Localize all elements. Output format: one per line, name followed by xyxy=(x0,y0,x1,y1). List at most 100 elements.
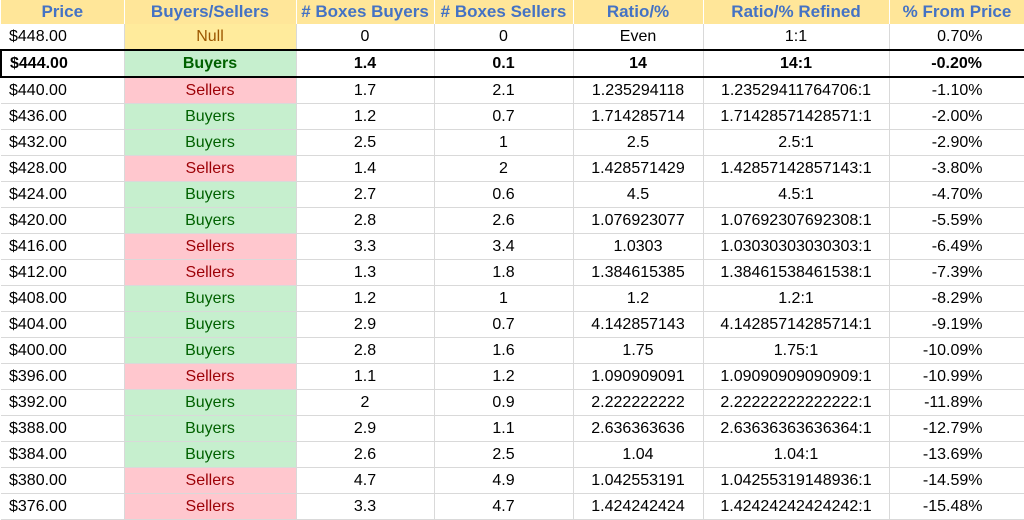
boxes-buyers-cell[interactable]: 1.2 xyxy=(296,285,435,312)
pct-from-price-cell[interactable]: -4.70% xyxy=(889,181,1024,208)
boxes-sellers-cell[interactable]: 4.7 xyxy=(434,493,574,520)
boxes-sellers-cell[interactable]: 1 xyxy=(434,129,574,156)
ratio-cell[interactable]: 1.076923077 xyxy=(573,207,704,234)
side-cell[interactable]: Buyers xyxy=(124,129,297,156)
boxes-sellers-cell[interactable]: 2.5 xyxy=(434,441,574,468)
ratio-refined-cell[interactable]: 1:1 xyxy=(703,24,890,51)
pct-from-price-cell[interactable]: -0.20% xyxy=(889,49,1024,78)
price-cell[interactable]: $380.00 xyxy=(1,467,125,494)
ratio-refined-cell[interactable]: 1.04255319148936:1 xyxy=(703,467,890,494)
boxes-buyers-cell[interactable]: 1.2 xyxy=(296,103,435,130)
side-cell[interactable]: Buyers xyxy=(124,49,297,78)
ratio-refined-cell[interactable]: 1.75:1 xyxy=(703,337,890,364)
ratio-refined-cell[interactable]: 1.07692307692308:1 xyxy=(703,207,890,234)
ratio-refined-cell[interactable]: 1.23529411764706:1 xyxy=(703,77,890,104)
pct-from-price-cell[interactable]: -11.89% xyxy=(889,389,1024,416)
pct-from-price-cell[interactable]: -12.79% xyxy=(889,415,1024,442)
pct-from-price-cell[interactable]: -14.59% xyxy=(889,467,1024,494)
boxes-buyers-cell[interactable]: 2.9 xyxy=(296,311,435,338)
boxes-sellers-cell[interactable]: 1 xyxy=(434,285,574,312)
boxes-buyers-cell[interactable]: 3.3 xyxy=(296,233,435,260)
ratio-cell[interactable]: 2.222222222 xyxy=(573,389,704,416)
side-cell[interactable]: Sellers xyxy=(124,155,297,182)
ratio-cell[interactable]: 1.04 xyxy=(573,441,704,468)
header-pct-from-price[interactable]: % From Price xyxy=(889,0,1024,24)
pct-from-price-cell[interactable]: -3.80% xyxy=(889,155,1024,182)
pct-from-price-cell[interactable]: -10.09% xyxy=(889,337,1024,364)
ratio-cell[interactable]: 14 xyxy=(573,49,704,78)
pct-from-price-cell[interactable]: -8.29% xyxy=(889,285,1024,312)
side-cell[interactable]: Buyers xyxy=(124,311,297,338)
ratio-refined-cell[interactable]: 1.42857142857143:1 xyxy=(703,155,890,182)
pct-from-price-cell[interactable]: -7.39% xyxy=(889,259,1024,286)
side-cell[interactable]: Sellers xyxy=(124,363,297,390)
boxes-sellers-cell[interactable]: 0 xyxy=(434,24,574,51)
ratio-cell[interactable]: 2.636363636 xyxy=(573,415,704,442)
ratio-cell[interactable]: 1.714285714 xyxy=(573,103,704,130)
boxes-buyers-cell[interactable]: 2.9 xyxy=(296,415,435,442)
side-cell[interactable]: Buyers xyxy=(124,103,297,130)
side-cell[interactable]: Buyers xyxy=(124,389,297,416)
pct-from-price-cell[interactable]: -10.99% xyxy=(889,363,1024,390)
boxes-sellers-cell[interactable]: 2.6 xyxy=(434,207,574,234)
boxes-buyers-cell[interactable]: 1.1 xyxy=(296,363,435,390)
boxes-buyers-cell[interactable]: 2.5 xyxy=(296,129,435,156)
boxes-sellers-cell[interactable]: 1.1 xyxy=(434,415,574,442)
side-cell[interactable]: Null xyxy=(124,24,297,51)
price-cell[interactable]: $404.00 xyxy=(1,311,125,338)
pct-from-price-cell[interactable]: -2.90% xyxy=(889,129,1024,156)
side-cell[interactable]: Sellers xyxy=(124,259,297,286)
price-cell[interactable]: $424.00 xyxy=(1,181,125,208)
boxes-sellers-cell[interactable]: 3.4 xyxy=(434,233,574,260)
header-boxes-buyers[interactable]: # Boxes Buyers xyxy=(296,0,435,24)
ratio-cell[interactable]: 1.2 xyxy=(573,285,704,312)
side-cell[interactable]: Buyers xyxy=(124,415,297,442)
header-ratio[interactable]: Ratio/% xyxy=(573,0,704,24)
ratio-cell[interactable]: 1.384615385 xyxy=(573,259,704,286)
pct-from-price-cell[interactable]: 0.70% xyxy=(889,24,1024,51)
pct-from-price-cell[interactable]: -2.00% xyxy=(889,103,1024,130)
price-cell[interactable]: $432.00 xyxy=(1,129,125,156)
boxes-sellers-cell[interactable]: 0.1 xyxy=(434,49,574,78)
boxes-buyers-cell[interactable]: 2.6 xyxy=(296,441,435,468)
ratio-cell[interactable]: 2.5 xyxy=(573,129,704,156)
boxes-buyers-cell[interactable]: 3.3 xyxy=(296,493,435,520)
pct-from-price-cell[interactable]: -15.48% xyxy=(889,493,1024,520)
header-ratio-refined[interactable]: Ratio/% Refined xyxy=(703,0,890,24)
ratio-cell[interactable]: Even xyxy=(573,24,704,51)
boxes-buyers-cell[interactable]: 2.7 xyxy=(296,181,435,208)
ratio-refined-cell[interactable]: 1.2:1 xyxy=(703,285,890,312)
price-cell[interactable]: $384.00 xyxy=(1,441,125,468)
ratio-refined-cell[interactable]: 1.42424242424242:1 xyxy=(703,493,890,520)
ratio-refined-cell[interactable]: 1.03030303030303:1 xyxy=(703,233,890,260)
ratio-cell[interactable]: 4.5 xyxy=(573,181,704,208)
ratio-cell[interactable]: 1.428571429 xyxy=(573,155,704,182)
boxes-buyers-cell[interactable]: 1.4 xyxy=(296,155,435,182)
ratio-cell[interactable]: 1.75 xyxy=(573,337,704,364)
side-cell[interactable]: Sellers xyxy=(124,77,297,104)
price-cell[interactable]: $444.00 xyxy=(0,49,125,78)
boxes-sellers-cell[interactable]: 2 xyxy=(434,155,574,182)
price-cell[interactable]: $420.00 xyxy=(1,207,125,234)
side-cell[interactable]: Buyers xyxy=(124,285,297,312)
boxes-sellers-cell[interactable]: 2.1 xyxy=(434,77,574,104)
boxes-sellers-cell[interactable]: 4.9 xyxy=(434,467,574,494)
ratio-refined-cell[interactable]: 4.14285714285714:1 xyxy=(703,311,890,338)
price-cell[interactable]: $400.00 xyxy=(1,337,125,364)
header-boxes-sellers[interactable]: # Boxes Sellers xyxy=(434,0,574,24)
price-cell[interactable]: $428.00 xyxy=(1,155,125,182)
pct-from-price-cell[interactable]: -9.19% xyxy=(889,311,1024,338)
price-cell[interactable]: $448.00 xyxy=(1,24,125,51)
side-cell[interactable]: Sellers xyxy=(124,467,297,494)
ratio-cell[interactable]: 1.0303 xyxy=(573,233,704,260)
boxes-buyers-cell[interactable]: 1.4 xyxy=(296,49,435,78)
ratio-refined-cell[interactable]: 4.5:1 xyxy=(703,181,890,208)
boxes-sellers-cell[interactable]: 1.8 xyxy=(434,259,574,286)
ratio-refined-cell[interactable]: 1.09090909090909:1 xyxy=(703,363,890,390)
header-price[interactable]: Price xyxy=(1,0,125,24)
ratio-refined-cell[interactable]: 1.04:1 xyxy=(703,441,890,468)
pct-from-price-cell[interactable]: -13.69% xyxy=(889,441,1024,468)
boxes-sellers-cell[interactable]: 0.7 xyxy=(434,311,574,338)
price-cell[interactable]: $388.00 xyxy=(1,415,125,442)
ratio-refined-cell[interactable]: 1.71428571428571:1 xyxy=(703,103,890,130)
